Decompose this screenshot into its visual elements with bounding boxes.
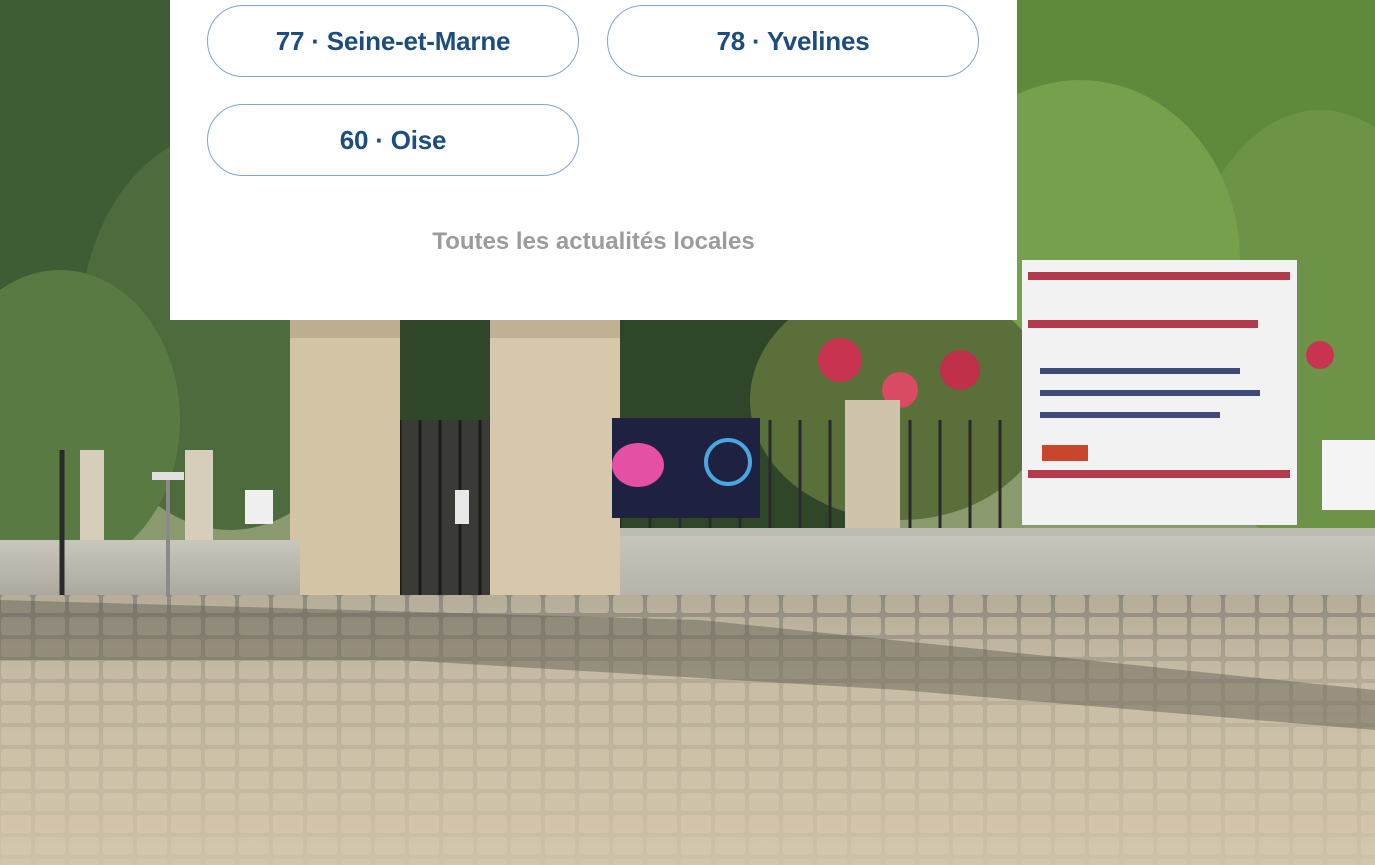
local-news-dropdown: 77 · Seine-et-Marne 78 · Yvelines 60 · O…: [170, 0, 1017, 320]
department-button-yvelines[interactable]: 78 · Yvelines: [607, 5, 979, 77]
department-button-seine-et-marne[interactable]: 77 · Seine-et-Marne: [207, 5, 579, 77]
department-button-oise[interactable]: 60 · Oise: [207, 104, 579, 176]
all-local-news-link[interactable]: Toutes les actualités locales: [170, 228, 1017, 256]
page: 77 · Seine-et-Marne 78 · Yvelines 60 · O…: [0, 0, 1375, 865]
